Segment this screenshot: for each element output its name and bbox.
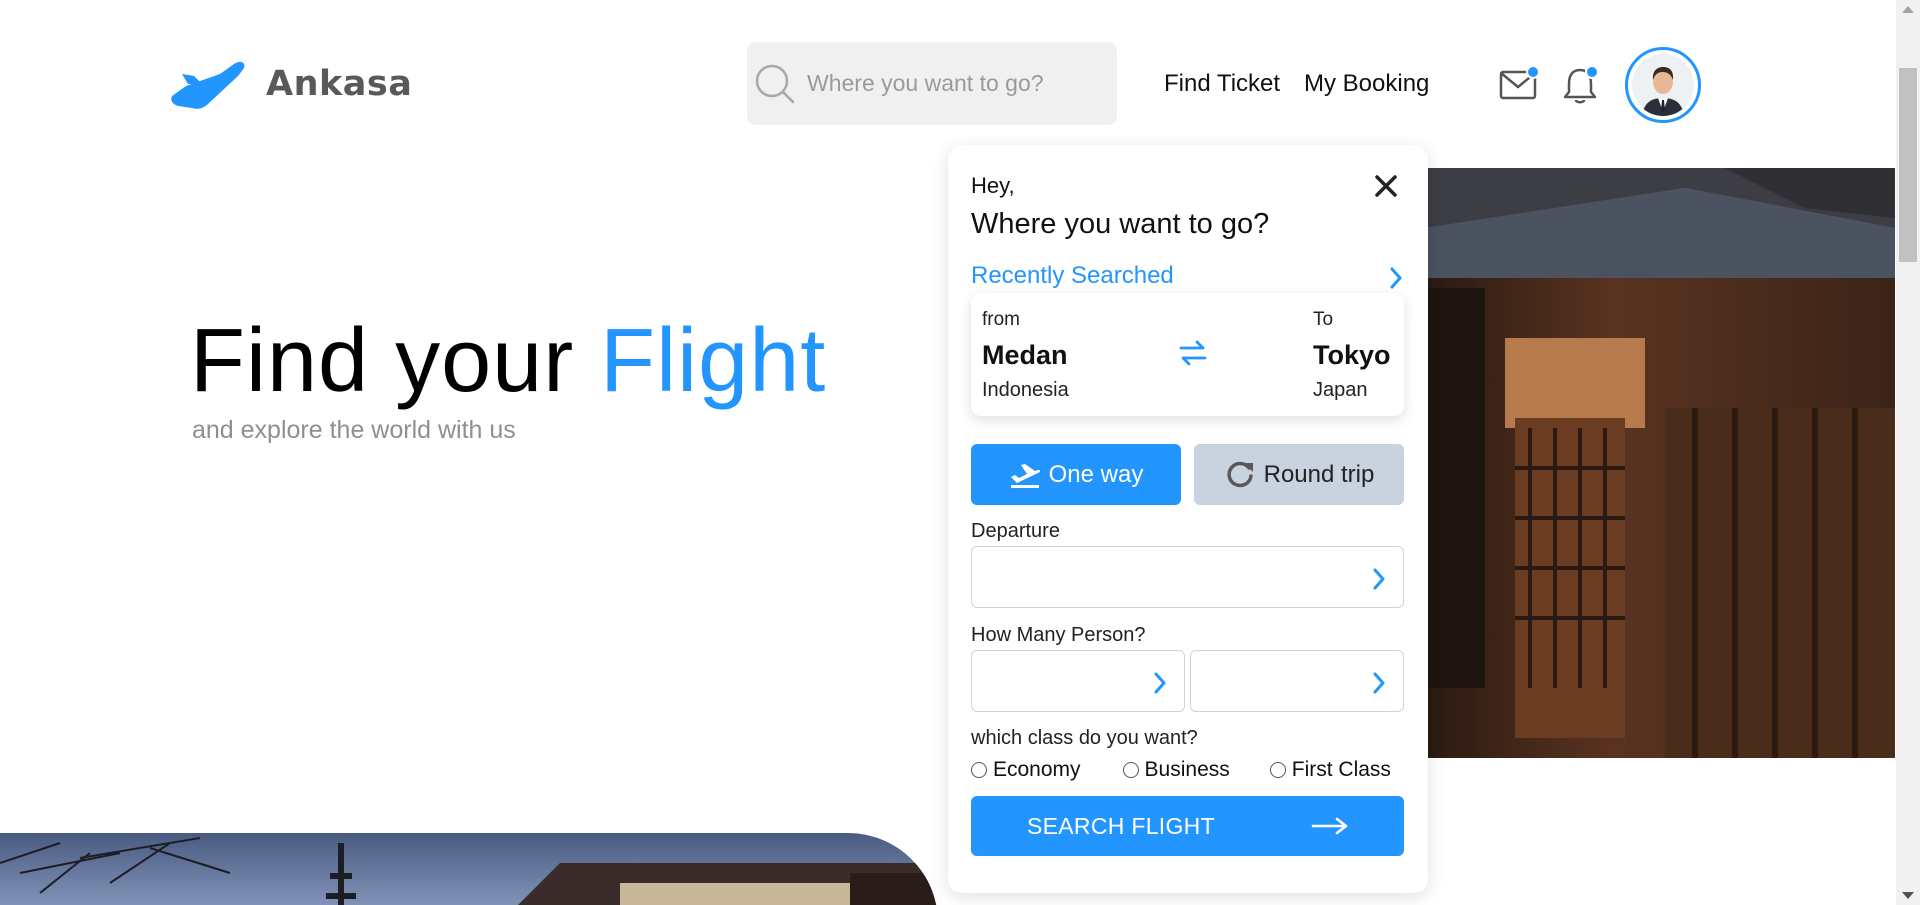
one-way-label: One way	[1048, 460, 1144, 488]
card-greeting: Hey,	[971, 173, 1015, 198]
search-flight-button[interactable]: SEARCH FLIGHT	[971, 796, 1404, 856]
arrow-right-icon	[1311, 817, 1348, 835]
refresh-icon	[1226, 461, 1253, 487]
one-way-button[interactable]: One way	[971, 444, 1181, 505]
notification-button[interactable]	[1560, 62, 1602, 106]
route-from-label: from	[982, 309, 1020, 330]
recent-route-card[interactable]: from Medan Indonesia To Tokyo Japan	[971, 293, 1404, 416]
class-options: Economy Business First Class	[971, 758, 1391, 782]
chevron-right-icon	[1373, 672, 1385, 694]
route-to-city: Tokyo	[1313, 340, 1391, 370]
scroll-up-arrow-icon[interactable]	[1902, 6, 1914, 13]
recently-searched-link[interactable]: Recently Searched	[971, 262, 1174, 290]
radio-first-class[interactable]	[1269, 762, 1286, 778]
persons-label: How Many Person?	[971, 624, 1146, 646]
avatar-photo	[1632, 54, 1694, 116]
japanese-house-photo	[1425, 168, 1895, 758]
hero-title: Find your Flight	[190, 310, 826, 413]
mail-button[interactable]	[1498, 64, 1540, 104]
departure-field[interactable]	[971, 546, 1404, 608]
route-to-label: To	[1313, 309, 1334, 330]
nav-my-booking[interactable]: My Booking	[1304, 70, 1429, 98]
search-icon	[755, 64, 795, 103]
scrollbar-thumb[interactable]	[1899, 68, 1917, 262]
hero-title-accent: Flight	[600, 311, 827, 411]
scroll-down-arrow-icon[interactable]	[1902, 892, 1914, 899]
close-icon[interactable]	[1371, 171, 1401, 201]
search-flight-label: SEARCH FLIGHT	[1027, 813, 1215, 839]
brand-logo[interactable]: Ankasa	[168, 56, 412, 112]
user-avatar[interactable]	[1625, 47, 1701, 123]
hero-title-prefix: Find your	[190, 311, 601, 411]
search-input[interactable]	[807, 70, 1097, 97]
flight-search-card: Hey, Where you want to go? Recently Sear…	[948, 145, 1428, 893]
swap-arrows-icon[interactable]	[1177, 337, 1209, 369]
class-label: which class do you want?	[971, 727, 1198, 749]
round-trip-button[interactable]: Round trip	[1194, 444, 1404, 505]
route-from-city: Medan	[982, 340, 1068, 370]
chevron-right-icon[interactable]	[1386, 263, 1406, 293]
class-first-label: First Class	[1291, 758, 1391, 781]
departure-label: Departure	[971, 520, 1060, 542]
chevron-right-icon	[1373, 568, 1385, 590]
round-trip-label: Round trip	[1263, 460, 1375, 488]
mail-icon	[1499, 65, 1540, 100]
bell-icon	[1563, 65, 1599, 104]
radio-economy[interactable]	[971, 762, 987, 778]
city-sunset-photo	[0, 833, 938, 905]
class-option-business[interactable]: Business	[1122, 758, 1230, 782]
class-option-economy[interactable]: Economy	[971, 758, 1081, 782]
nav-find-ticket[interactable]: Find Ticket	[1164, 70, 1280, 98]
card-question: Where you want to go?	[971, 208, 1270, 240]
page-scrollbar[interactable]	[1896, 0, 1920, 905]
brand-name: Ankasa	[266, 64, 413, 104]
chevron-right-icon	[1154, 672, 1166, 694]
persons-child-field[interactable]	[971, 650, 1185, 712]
hero-subtitle: and explore the world with us	[192, 416, 516, 444]
route-from-country: Indonesia	[982, 379, 1069, 401]
persons-adult-field[interactable]	[1190, 650, 1404, 712]
class-economy-label: Economy	[993, 758, 1081, 781]
search-bar[interactable]	[747, 42, 1117, 125]
plane-takeoff-icon	[1010, 463, 1040, 488]
radio-business[interactable]	[1122, 762, 1139, 778]
plane-logo-icon	[171, 61, 245, 109]
class-business-label: Business	[1144, 758, 1230, 781]
route-to-country: Japan	[1313, 379, 1368, 401]
class-option-first[interactable]: First Class	[1269, 758, 1391, 782]
